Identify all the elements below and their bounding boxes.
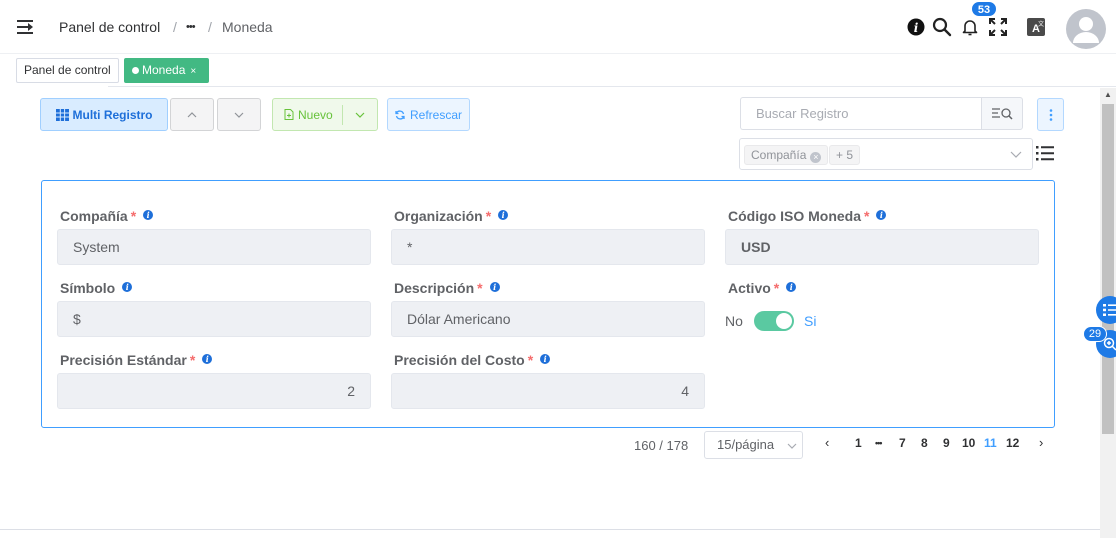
active-label: Activo * i xyxy=(728,280,797,296)
scrollbar-thumb[interactable] xyxy=(1102,104,1114,434)
refresh-icon xyxy=(395,109,405,120)
info-icon[interactable]: i xyxy=(489,282,500,292)
page-size-select[interactable]: 15/página xyxy=(704,431,803,459)
top-header: Panel de control / ••• / Moneda i 53 A文 xyxy=(0,0,1116,54)
info-icon[interactable]: i xyxy=(143,210,154,220)
description-field[interactable]: Dólar Americano xyxy=(391,301,705,337)
iso-code-field[interactable]: USD xyxy=(725,229,1039,265)
advanced-search-button[interactable] xyxy=(981,97,1023,130)
info-icon[interactable]: i xyxy=(876,210,887,220)
multi-record-label: Multi Registro xyxy=(72,107,153,122)
company-field[interactable]: System xyxy=(57,229,371,265)
company-label: Compañía * i xyxy=(60,208,154,224)
bell-icon[interactable] xyxy=(960,17,980,37)
list-icon xyxy=(1103,304,1116,316)
new-record-label: Nuevo xyxy=(298,107,333,122)
filter-chip-label: Compañía xyxy=(751,148,807,162)
breadcrumb-current: Moneda xyxy=(222,19,273,35)
std-precision-field[interactable]: 2 xyxy=(57,373,371,409)
toggle-knob xyxy=(776,313,792,329)
chevron-down-icon xyxy=(234,112,244,118)
user-avatar-icon[interactable] xyxy=(1066,9,1106,49)
chevron-up-icon xyxy=(187,111,197,117)
page-number[interactable]: 7 xyxy=(899,436,906,450)
search-icon[interactable] xyxy=(932,17,952,37)
breadcrumb-separator: / xyxy=(208,19,212,35)
chip-close-icon[interactable]: × xyxy=(810,152,822,163)
active-off-label: No xyxy=(725,313,743,329)
tag-moneda-label: Moneda xyxy=(142,63,186,77)
new-record-button[interactable]: Nuevo xyxy=(272,98,378,131)
symbol-label: Símbolo i xyxy=(60,280,133,296)
search-filter-icon xyxy=(992,107,1013,120)
refresh-button[interactable]: Refrescar xyxy=(387,98,470,131)
chevron-down-icon xyxy=(1010,151,1022,158)
tag-moneda[interactable]: Moneda × xyxy=(124,58,209,83)
table-icon xyxy=(55,108,69,121)
column-filter-select[interactable]: Compañía × + 5 xyxy=(739,138,1033,170)
cost-precision-field[interactable]: 4 xyxy=(391,373,705,409)
info-icon[interactable]: i xyxy=(122,282,133,292)
menu-fold-icon[interactable] xyxy=(17,20,34,34)
active-dot-icon xyxy=(132,67,139,74)
svg-text:i: i xyxy=(914,21,919,35)
filter-chip: Compañía × xyxy=(744,145,829,165)
active-toggle[interactable] xyxy=(754,311,794,331)
info-icon[interactable]: i xyxy=(498,210,509,220)
page-ellipsis[interactable]: ••• xyxy=(875,438,883,448)
info-icon[interactable]: i xyxy=(202,354,213,364)
tag-panel-control[interactable]: Panel de control xyxy=(16,58,119,83)
svg-text:文: 文 xyxy=(1038,20,1044,28)
chevron-down-icon[interactable] xyxy=(355,112,365,118)
translate-icon[interactable]: A文 xyxy=(1026,17,1046,37)
active-on-label: Si xyxy=(804,313,817,329)
search-input[interactable]: Buscar Registro xyxy=(740,97,983,130)
breadcrumb-ellipsis[interactable]: ••• xyxy=(186,21,196,33)
page-number[interactable]: 1 xyxy=(855,436,862,450)
page-number[interactable]: 12 xyxy=(1006,436,1019,450)
previous-record-button[interactable] xyxy=(170,98,214,131)
prev-page-icon[interactable]: ‹ xyxy=(825,435,829,450)
record-list-button[interactable] xyxy=(1096,296,1116,324)
page-size-value: 15/página xyxy=(717,437,775,452)
info-icon[interactable]: i xyxy=(906,17,926,37)
pagination-total: 160 / 178 xyxy=(634,438,689,453)
description-label: Descripción * i xyxy=(394,280,500,296)
tag-close-icon[interactable]: × xyxy=(190,66,196,77)
organization-field[interactable]: * xyxy=(391,229,705,265)
cost-precision-label: Precisión del Costo * i xyxy=(394,352,551,368)
info-icon[interactable]: i xyxy=(540,354,551,364)
multi-record-button[interactable]: Multi Registro xyxy=(40,98,168,131)
fullscreen-icon[interactable] xyxy=(988,17,1008,37)
info-icon[interactable]: i xyxy=(786,282,797,292)
next-record-button[interactable] xyxy=(217,98,261,131)
document-add-icon xyxy=(284,109,294,120)
more-vertical-icon xyxy=(1049,108,1052,121)
organization-label: Organización * i xyxy=(394,208,509,224)
page-number[interactable]: 10 xyxy=(962,436,975,450)
page-number[interactable]: 9 xyxy=(943,436,950,450)
notifications-badge: 53 xyxy=(971,1,997,17)
list-icon[interactable] xyxy=(1036,145,1055,161)
more-options-button[interactable] xyxy=(1037,98,1064,131)
breadcrumb-separator: / xyxy=(173,19,177,35)
symbol-field[interactable]: $ xyxy=(57,301,371,337)
filter-more-chip: + 5 xyxy=(829,145,861,165)
page-number[interactable]: 8 xyxy=(921,436,928,450)
floating-badge: 29 xyxy=(1083,326,1107,342)
scroll-up-icon[interactable]: ▲ xyxy=(1102,90,1114,100)
divider xyxy=(108,86,1116,87)
divider xyxy=(0,529,1100,530)
iso-code-label: Código ISO Moneda * i xyxy=(728,208,887,224)
page-number-current[interactable]: 11 xyxy=(984,436,997,450)
refresh-label: Refrescar xyxy=(409,107,462,122)
std-precision-label: Precisión Estándar * i xyxy=(60,352,213,368)
next-page-icon[interactable]: › xyxy=(1039,435,1043,450)
chevron-down-icon xyxy=(787,443,797,449)
breadcrumb-home[interactable]: Panel de control xyxy=(59,19,160,35)
divider xyxy=(342,105,343,125)
